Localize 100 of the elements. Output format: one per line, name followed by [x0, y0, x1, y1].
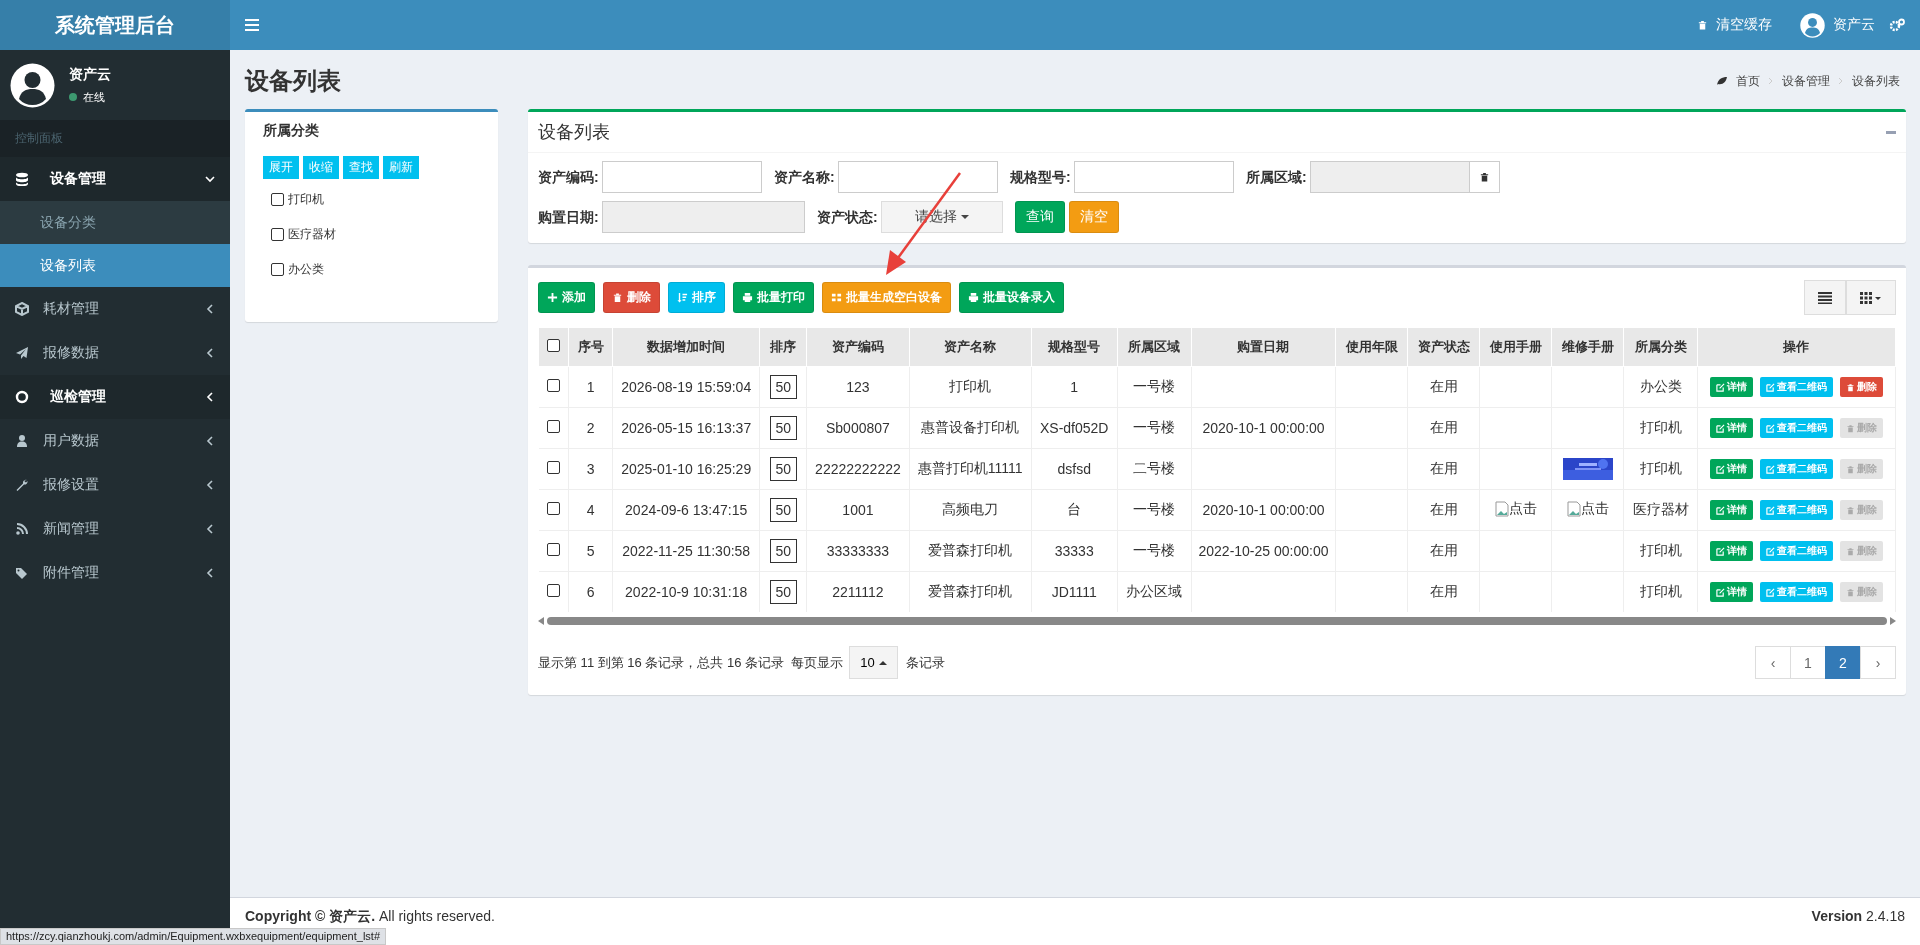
- row-checkbox[interactable]: [546, 420, 560, 433]
- table-cell: 3: [568, 448, 613, 490]
- clear-button[interactable]: [1470, 161, 1500, 193]
- sort-input[interactable]: 50: [769, 416, 798, 440]
- version-text: Version 2.4.18: [1811, 908, 1905, 924]
- sidebar-item[interactable]: 用户数据: [0, 419, 230, 463]
- sidebar-item[interactable]: 设备管理: [0, 157, 230, 201]
- category-label[interactable]: 办公类: [288, 261, 324, 278]
- row-checkbox[interactable]: [546, 584, 560, 597]
- table-cell: 打印机: [1623, 407, 1698, 449]
- sidebar-item[interactable]: 附件管理: [0, 551, 230, 595]
- checkbox[interactable]: [271, 193, 284, 206]
- horizontal-scrollbar[interactable]: [538, 614, 1896, 628]
- column-header[interactable]: 规格型号: [1031, 327, 1118, 367]
- area-field[interactable]: [1310, 161, 1470, 193]
- sort-input[interactable]: 50: [769, 539, 798, 563]
- column-header[interactable]: 所属区域: [1117, 327, 1192, 367]
- sidebar-item[interactable]: 报修数据: [0, 331, 230, 375]
- column-header[interactable]: 所属分类: [1623, 327, 1698, 367]
- column-header[interactable]: 操作: [1697, 327, 1896, 367]
- table-cell: JD1111: [1031, 571, 1118, 612]
- table-cell: 1001: [806, 489, 909, 531]
- edit-icon: [1765, 464, 1775, 474]
- table-cell: 办公类: [1623, 366, 1698, 408]
- list-view-button[interactable]: [1804, 280, 1846, 315]
- chevron-left-icon: [205, 524, 215, 534]
- page-button[interactable]: 1: [1790, 646, 1826, 679]
- sort-input[interactable]: 50: [769, 498, 798, 522]
- table-cell: 爱普森打印机: [909, 571, 1032, 612]
- copyright-text: Copyright © 资产云. All rights reserved.: [245, 908, 495, 924]
- table-cell: 在用: [1407, 571, 1480, 612]
- field-label: 所属区域:: [1246, 168, 1308, 186]
- menu-icon[interactable]: [245, 19, 259, 31]
- column-header[interactable]: 维修手册: [1551, 327, 1624, 367]
- page-size-dropdown[interactable]: 10: [849, 646, 898, 679]
- row-checkbox[interactable]: [546, 502, 560, 515]
- column-header[interactable]: 数据增加时间: [612, 327, 760, 367]
- sidebar-item[interactable]: 耗材管理: [0, 287, 230, 331]
- clear-cache-link[interactable]: 清空缓存: [1716, 16, 1772, 34]
- column-header[interactable]: 使用年限: [1335, 327, 1408, 367]
- checkbox[interactable]: [271, 228, 284, 241]
- trash-icon: [1845, 505, 1855, 515]
- table-cell: 123: [806, 366, 909, 408]
- toolbar-button[interactable]: 删除: [603, 282, 660, 313]
- input-field[interactable]: [602, 161, 762, 193]
- input-field[interactable]: [838, 161, 998, 193]
- caret-down-icon: [961, 214, 969, 220]
- avatar-icon[interactable]: [1800, 12, 1825, 38]
- breadcrumb-link[interactable]: 设备管理: [1782, 72, 1830, 90]
- column-header[interactable]: 序号: [568, 327, 613, 367]
- sort-input[interactable]: 50: [769, 375, 798, 399]
- sidebar-item[interactable]: 报修设置: [0, 463, 230, 507]
- sort-input[interactable]: 50: [769, 457, 798, 481]
- edit-icon: [1715, 423, 1725, 433]
- sidebar-item[interactable]: 新闻管理: [0, 507, 230, 551]
- table-cell: 一号楼: [1117, 407, 1192, 449]
- row-checkbox[interactable]: [546, 461, 560, 474]
- date-field[interactable]: [602, 201, 805, 233]
- checkbox[interactable]: [271, 263, 284, 276]
- chevron-down-icon: [205, 174, 215, 184]
- broken-image: 点击: [1494, 500, 1537, 518]
- category-label[interactable]: 打印机: [288, 191, 324, 208]
- collapse-icon[interactable]: [1886, 130, 1896, 134]
- edit-icon: [1765, 382, 1775, 392]
- scroll-right-icon[interactable]: [1890, 617, 1896, 625]
- breadcrumb-link[interactable]: 首页: [1736, 72, 1760, 90]
- scroll-left-icon[interactable]: [538, 617, 544, 625]
- table-cell: 2020-10-1 00:00:00: [1191, 407, 1336, 449]
- row-checkbox[interactable]: [546, 379, 560, 392]
- column-header[interactable]: 使用手册: [1479, 327, 1552, 367]
- edit-icon: [1765, 423, 1775, 433]
- column-header[interactable]: 资产名称: [909, 327, 1032, 367]
- column-header[interactable]: 购置日期: [1191, 327, 1336, 367]
- sidebar-subitem[interactable]: 设备列表: [0, 244, 230, 287]
- field-label: 规格型号:: [1010, 168, 1072, 186]
- columns-button[interactable]: [1846, 280, 1896, 315]
- page-button[interactable]: ›: [1860, 646, 1896, 679]
- wrench-icon: [15, 478, 29, 492]
- sidebar-subitem[interactable]: 设备分类: [0, 201, 230, 244]
- gears-icon[interactable]: [1889, 18, 1905, 32]
- select-all-checkbox[interactable]: [547, 339, 560, 352]
- page-button[interactable]: 2: [1825, 646, 1861, 679]
- table-cell: 打印机: [1623, 530, 1698, 572]
- page-button[interactable]: ‹: [1755, 646, 1791, 679]
- edit-icon: [1715, 382, 1725, 392]
- table-cell: 2026-08-19 15:59:04: [612, 366, 760, 408]
- column-header[interactable]: 资产编码: [806, 327, 909, 367]
- row-checkbox[interactable]: [546, 543, 560, 556]
- rss-icon: [15, 522, 29, 536]
- column-header[interactable]: 排序: [759, 327, 807, 367]
- sort-input[interactable]: 50: [769, 580, 798, 604]
- delete-button[interactable]: 删除: [1839, 377, 1883, 397]
- category-label[interactable]: 医疗器材: [288, 226, 336, 243]
- input-field[interactable]: [1074, 161, 1234, 193]
- breadcrumb-link[interactable]: 设备列表: [1852, 72, 1900, 90]
- sidebar-item[interactable]: 巡检管理: [0, 375, 230, 419]
- user-menu[interactable]: 资产云: [1833, 16, 1875, 34]
- column-header[interactable]: 资产状态: [1407, 327, 1480, 367]
- chevron-left-icon: [205, 480, 215, 490]
- table-cell: 2: [568, 407, 613, 449]
